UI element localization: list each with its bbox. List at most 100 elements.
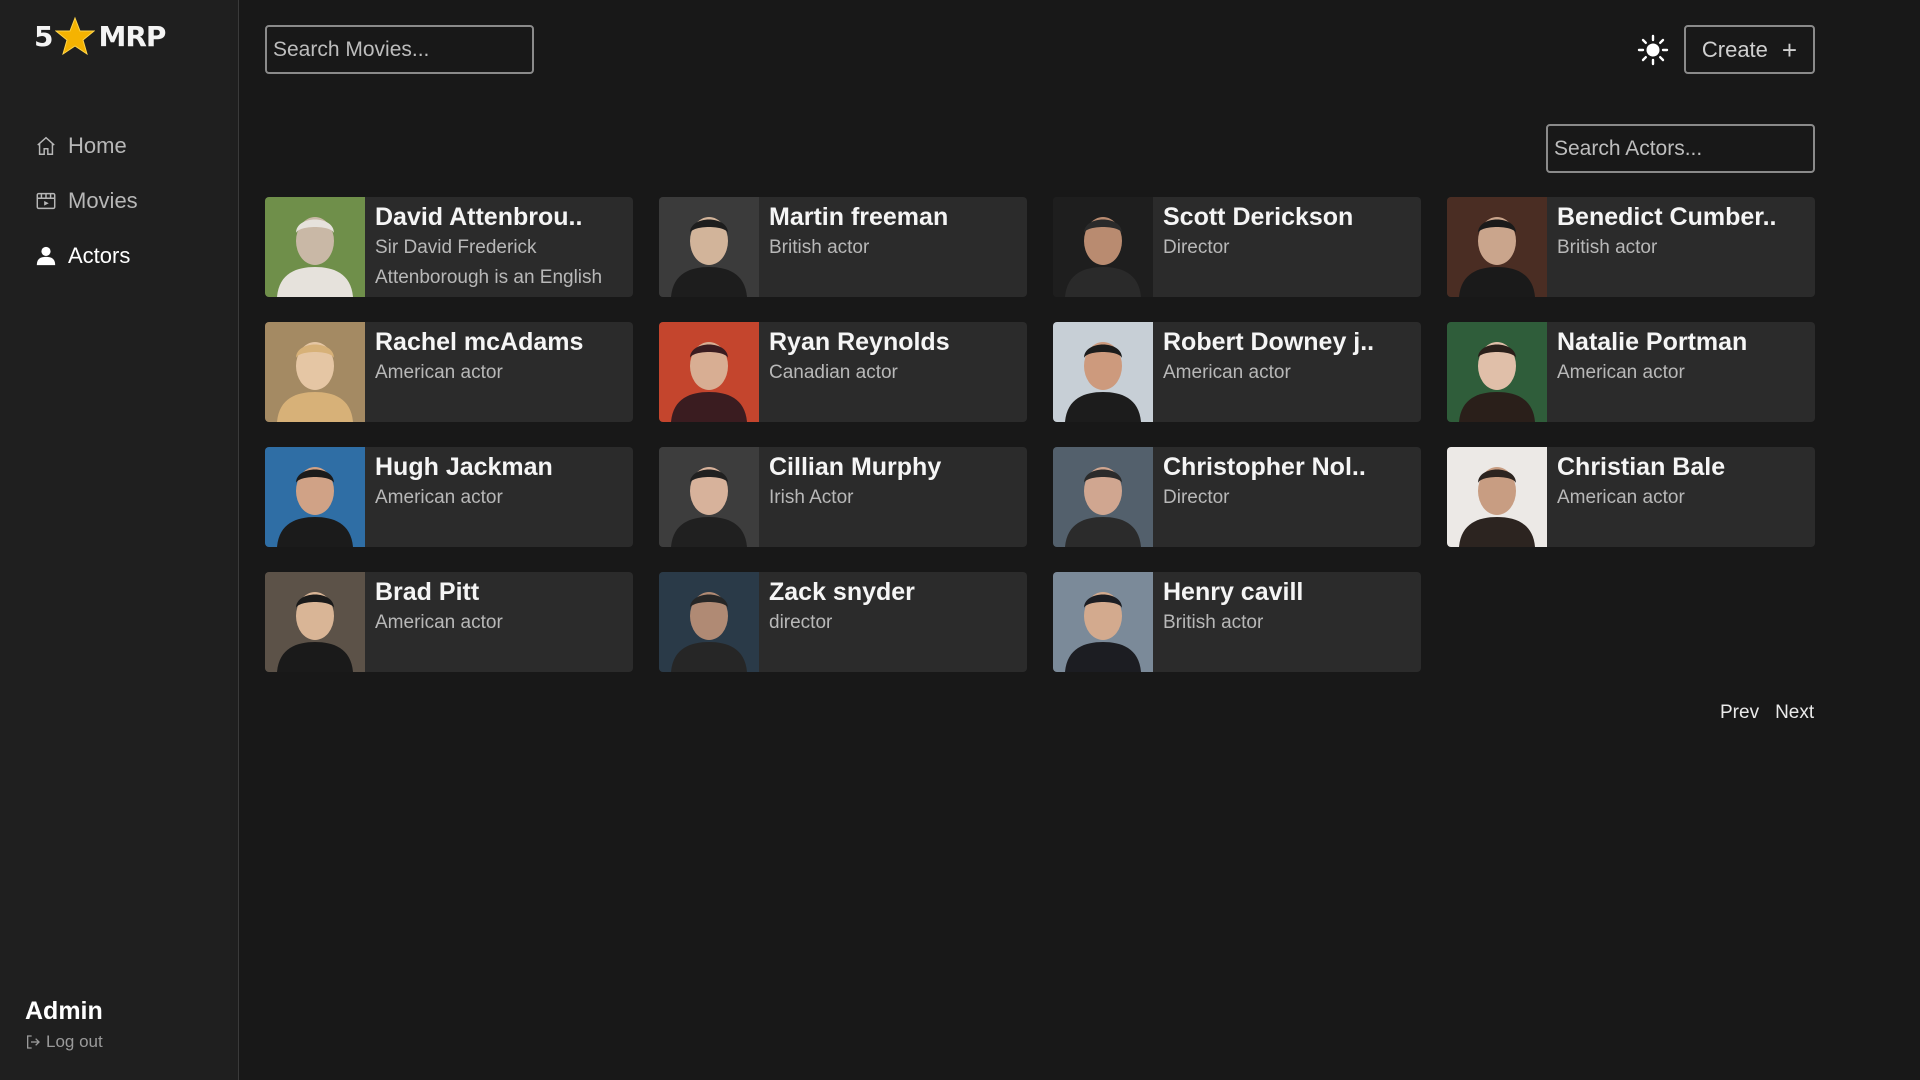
actor-card[interactable]: Ryan Reynolds Canadian actor bbox=[659, 322, 1027, 422]
actor-description: British actor bbox=[1163, 612, 1264, 633]
actor-info: Zack snyder director bbox=[759, 572, 925, 672]
search-movies-input[interactable] bbox=[265, 25, 534, 74]
actor-name: Martin freeman bbox=[769, 203, 949, 231]
actor-photo bbox=[659, 572, 759, 672]
actor-info: Christopher Nol.. Director bbox=[1153, 447, 1376, 547]
star-icon bbox=[55, 16, 96, 56]
actor-photo bbox=[265, 322, 365, 422]
user-name: Admin bbox=[25, 997, 103, 1025]
user-block: Admin Log out bbox=[25, 997, 103, 1052]
actor-description: Director bbox=[1163, 487, 1230, 508]
actor-card[interactable]: Cillian Murphy Irish Actor bbox=[659, 447, 1027, 547]
sidebar: 5 MRP Home Movies Actors Admin Log out bbox=[0, 0, 239, 1080]
actor-description: British actor bbox=[1557, 237, 1658, 258]
actor-info: Hugh Jackman American actor bbox=[365, 447, 563, 547]
logout-label: Log out bbox=[46, 1032, 103, 1051]
actor-name: Zack snyder bbox=[769, 578, 915, 606]
actor-photo bbox=[659, 322, 759, 422]
actor-description: American actor bbox=[1557, 362, 1685, 383]
logout-button[interactable]: Log out bbox=[25, 1032, 103, 1052]
actor-name: Hugh Jackman bbox=[375, 453, 553, 481]
sidebar-item-home[interactable]: Home bbox=[34, 118, 138, 173]
actor-card[interactable]: Zack snyder director bbox=[659, 572, 1027, 672]
actor-photo bbox=[1447, 322, 1547, 422]
actor-description: American actor bbox=[1163, 362, 1291, 383]
actor-card[interactable]: Christopher Nol.. Director bbox=[1053, 447, 1421, 547]
actor-info: Robert Downey j.. American actor bbox=[1153, 322, 1384, 422]
create-button[interactable]: Create + bbox=[1684, 25, 1815, 74]
actor-info: Natalie Portman American actor bbox=[1547, 322, 1757, 422]
actor-name: Henry cavill bbox=[1163, 578, 1304, 606]
film-icon bbox=[34, 189, 58, 213]
actor-info: Martin freeman British actor bbox=[759, 197, 958, 297]
plus-icon: + bbox=[1781, 34, 1798, 65]
actor-card[interactable]: Rachel mcAdams American actor bbox=[265, 322, 633, 422]
actor-photo bbox=[1447, 447, 1547, 547]
sidebar-item-actors[interactable]: Actors bbox=[34, 228, 138, 283]
actor-info: Ryan Reynolds Canadian actor bbox=[759, 322, 960, 422]
actor-description: Canadian actor bbox=[769, 362, 898, 383]
actor-description: American actor bbox=[375, 362, 503, 383]
actor-description: American actor bbox=[375, 612, 503, 633]
actor-description: British actor bbox=[769, 237, 870, 258]
actor-description: director bbox=[769, 612, 833, 633]
actor-info: Benedict Cumber.. British actor bbox=[1547, 197, 1787, 297]
actor-name: Natalie Portman bbox=[1557, 328, 1748, 356]
app-logo[interactable]: 5 MRP bbox=[34, 10, 166, 62]
actor-card[interactable]: Scott Derickson Director bbox=[1053, 197, 1421, 297]
actor-photo bbox=[659, 197, 759, 297]
sidebar-item-label: Movies bbox=[68, 187, 138, 213]
actor-card[interactable]: Robert Downey j.. American actor bbox=[1053, 322, 1421, 422]
actor-name: Christopher Nol.. bbox=[1163, 453, 1366, 481]
actor-name: Rachel mcAdams bbox=[375, 328, 584, 356]
pagination: Prev Next bbox=[1720, 702, 1814, 724]
home-icon bbox=[34, 134, 58, 158]
logo-text-left: 5 bbox=[34, 19, 54, 53]
actor-name: Cillian Murphy bbox=[769, 453, 942, 481]
actor-description: American actor bbox=[1557, 487, 1685, 508]
actor-card[interactable]: Natalie Portman American actor bbox=[1447, 322, 1815, 422]
actor-grid: David Attenbrou.. Sir David Frederick Att… bbox=[265, 197, 1815, 672]
actor-photo bbox=[1053, 572, 1153, 672]
actor-photo bbox=[1053, 197, 1153, 297]
actor-description: Director bbox=[1163, 237, 1230, 258]
actor-name: Christian Bale bbox=[1557, 453, 1726, 481]
logo-text-right: MRP bbox=[98, 19, 166, 53]
search-actors-input[interactable] bbox=[1546, 124, 1815, 173]
actor-photo bbox=[1053, 322, 1153, 422]
actor-card[interactable]: Martin freeman British actor bbox=[659, 197, 1027, 297]
actor-name: Robert Downey j.. bbox=[1163, 328, 1375, 356]
prev-button[interactable]: Prev bbox=[1720, 702, 1759, 724]
actor-photo bbox=[1053, 447, 1153, 547]
actor-info: Cillian Murphy Irish Actor bbox=[759, 447, 951, 547]
actor-info: Scott Derickson Director bbox=[1153, 197, 1363, 297]
sidebar-item-movies[interactable]: Movies bbox=[34, 173, 138, 228]
actor-card[interactable]: Benedict Cumber.. British actor bbox=[1447, 197, 1815, 297]
actor-description: Sir David Frederick Attenborough is an E… bbox=[375, 237, 603, 288]
actor-name: Brad Pitt bbox=[375, 578, 480, 606]
actor-photo bbox=[265, 447, 365, 547]
sidebar-item-label: Actors bbox=[68, 242, 131, 268]
actor-description: Irish Actor bbox=[769, 487, 854, 508]
actor-photo bbox=[1447, 197, 1547, 297]
actor-card[interactable]: Brad Pitt American actor bbox=[265, 572, 633, 672]
actor-name: David Attenbrou.. bbox=[375, 203, 583, 231]
actor-info: Rachel mcAdams American actor bbox=[365, 322, 593, 422]
actor-photo bbox=[659, 447, 759, 547]
next-button[interactable]: Next bbox=[1775, 702, 1814, 724]
actor-name: Ryan Reynolds bbox=[769, 328, 950, 356]
theme-toggle-button[interactable] bbox=[1636, 33, 1670, 67]
actor-info: David Attenbrou.. Sir David Frederick Att… bbox=[365, 197, 633, 297]
actor-name: Benedict Cumber.. bbox=[1557, 203, 1777, 231]
actor-card[interactable]: Christian Bale American actor bbox=[1447, 447, 1815, 547]
actor-photo bbox=[265, 197, 365, 297]
actor-name: Scott Derickson bbox=[1163, 203, 1354, 231]
actor-info: Christian Bale American actor bbox=[1547, 447, 1735, 547]
sun-icon bbox=[1637, 34, 1669, 66]
actor-description: American actor bbox=[375, 487, 503, 508]
actor-info: Brad Pitt American actor bbox=[365, 572, 513, 672]
actor-card[interactable]: Henry cavill British actor bbox=[1053, 572, 1421, 672]
sidebar-item-label: Home bbox=[68, 132, 127, 158]
actor-card[interactable]: Hugh Jackman American actor bbox=[265, 447, 633, 547]
actor-card[interactable]: David Attenbrou.. Sir David Frederick Att… bbox=[265, 197, 633, 297]
